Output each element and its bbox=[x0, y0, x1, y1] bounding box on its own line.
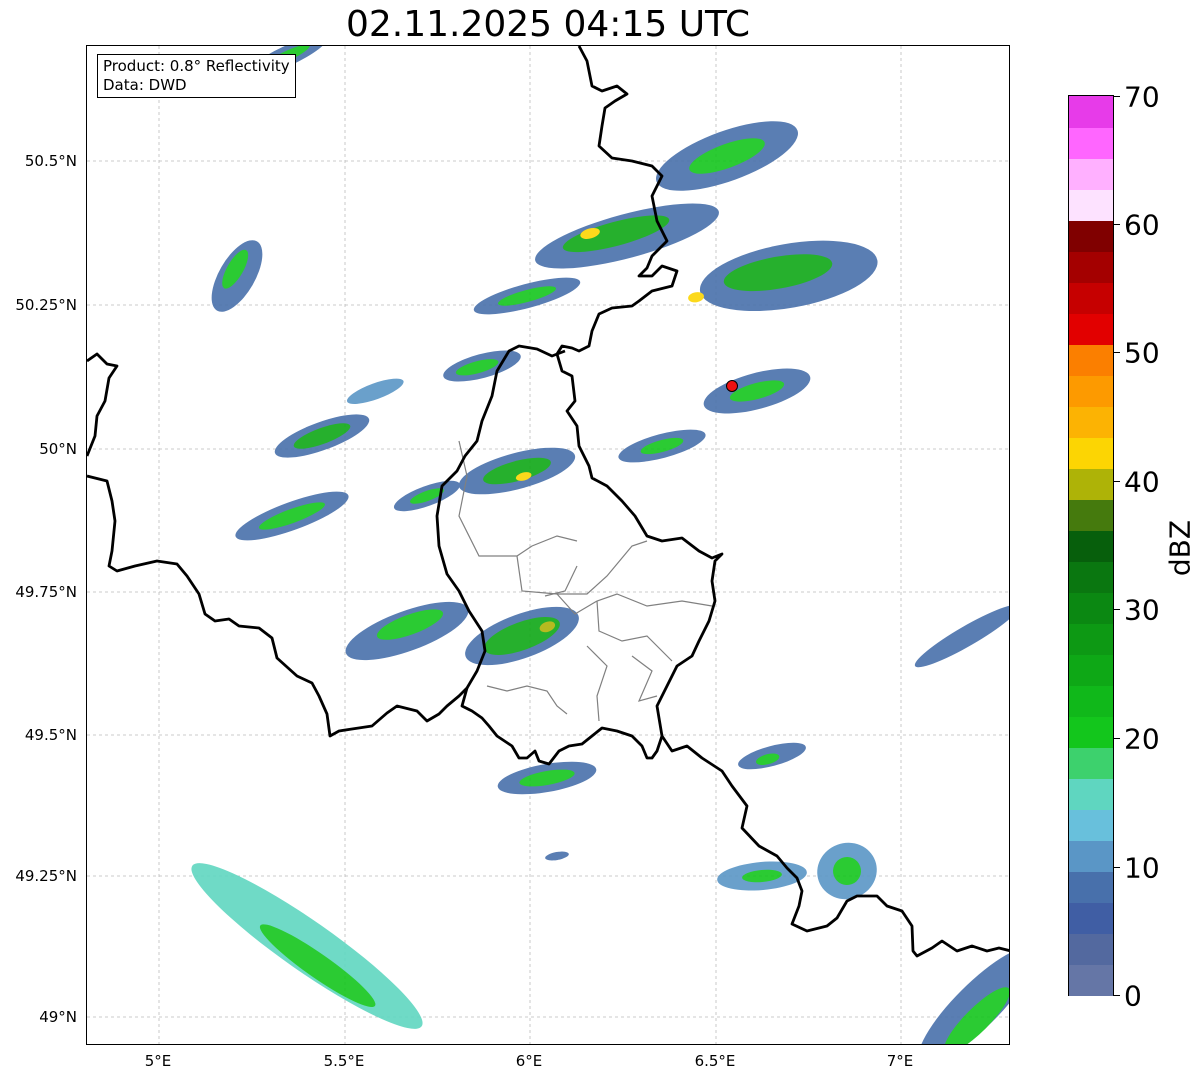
lon-tick: 6°E bbox=[515, 1052, 543, 1070]
colorbar-segment bbox=[1069, 778, 1113, 810]
lat-tick: 50°N bbox=[39, 440, 77, 458]
colorbar-segment bbox=[1069, 189, 1113, 221]
product-info-box: Product: 0.8° Reflectivity Data: DWD bbox=[97, 54, 296, 98]
country-borders bbox=[87, 46, 1009, 958]
colorbar-segment bbox=[1069, 716, 1113, 748]
colorbar-tick: 30 bbox=[1124, 593, 1160, 627]
colorbar-segment bbox=[1069, 96, 1113, 128]
colorbar-segment bbox=[1069, 809, 1113, 841]
colorbar-segment bbox=[1069, 313, 1113, 345]
colorbar-tick: 20 bbox=[1124, 722, 1160, 756]
colorbar-tick: 40 bbox=[1124, 465, 1160, 499]
colorbar-segment bbox=[1069, 654, 1113, 686]
colorbar-segment bbox=[1069, 375, 1113, 407]
colorbar-segment bbox=[1069, 871, 1113, 903]
colorbar-segment bbox=[1069, 592, 1113, 624]
lat-tick: 49.25°N bbox=[15, 867, 77, 885]
dbz-colorbar bbox=[1068, 95, 1114, 996]
colorbar-segment bbox=[1069, 251, 1113, 283]
lon-tick: 5°E bbox=[144, 1052, 172, 1070]
colorbar-segment bbox=[1069, 406, 1113, 438]
chart-title: 02.11.2025 04:15 UTC bbox=[345, 4, 751, 45]
lat-tick: 50.5°N bbox=[24, 152, 77, 170]
colorbar-segment bbox=[1069, 437, 1113, 469]
colorbar-segment bbox=[1069, 623, 1113, 655]
colorbar-tick: 60 bbox=[1124, 208, 1160, 242]
lat-tick: 50.25°N bbox=[15, 296, 77, 314]
lon-tick: 5.5°E bbox=[323, 1052, 365, 1070]
colorbar-segment bbox=[1069, 344, 1113, 376]
colorbar-tick: 70 bbox=[1124, 80, 1160, 114]
colorbar-segment bbox=[1069, 158, 1113, 190]
colorbar-segment bbox=[1069, 282, 1113, 314]
lon-tick: 7°E bbox=[886, 1052, 914, 1070]
colorbar-segment bbox=[1069, 933, 1113, 965]
map-svg bbox=[87, 46, 1009, 1044]
lat-tick: 49°N bbox=[39, 1008, 77, 1026]
colorbar-segment bbox=[1069, 220, 1113, 252]
colorbar-segment bbox=[1069, 747, 1113, 779]
product-label: Product: 0.8° Reflectivity bbox=[103, 57, 290, 75]
colorbar-segment bbox=[1069, 685, 1113, 717]
colorbar-tick: 0 bbox=[1124, 979, 1142, 1013]
radar-echoes bbox=[191, 46, 1009, 1044]
lat-tick: 49.75°N bbox=[15, 583, 77, 601]
colorbar-label: dBZ bbox=[1163, 519, 1197, 577]
colorbar-segment bbox=[1069, 902, 1113, 934]
colorbar-segment bbox=[1069, 468, 1113, 500]
colorbar-segment bbox=[1069, 561, 1113, 593]
colorbar-segment bbox=[1069, 530, 1113, 562]
radar-map[interactable] bbox=[86, 45, 1010, 1045]
colorbar-segment bbox=[1069, 499, 1113, 531]
data-source-label: Data: DWD bbox=[103, 76, 187, 94]
lon-tick: 6.5°E bbox=[694, 1052, 736, 1070]
location-marker[interactable] bbox=[726, 380, 738, 392]
colorbar-segment bbox=[1069, 127, 1113, 159]
colorbar-tick: 10 bbox=[1124, 851, 1160, 885]
colorbar-tick: 50 bbox=[1124, 336, 1160, 370]
colorbar-segment bbox=[1069, 964, 1113, 996]
colorbar-segment bbox=[1069, 840, 1113, 872]
lat-tick: 49.5°N bbox=[24, 726, 77, 744]
